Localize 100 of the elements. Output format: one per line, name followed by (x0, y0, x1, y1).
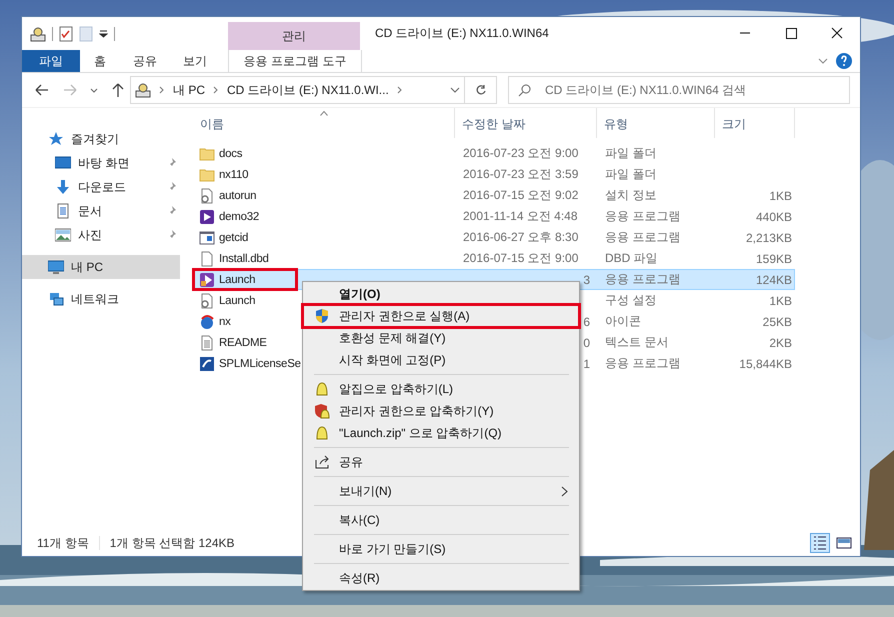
checklist-icon[interactable] (59, 26, 73, 42)
ribbon-tab[interactable]: 보기 (170, 50, 220, 72)
nav-item[interactable]: 사진 (22, 223, 180, 247)
drive-icon (135, 82, 151, 98)
size-cell-text: 2KB (768, 334, 793, 352)
context-tab-header: 관리 (228, 22, 360, 50)
down-arrow-icon (55, 179, 71, 195)
zip-icon (314, 381, 330, 397)
menu-item[interactable]: 바로 가기 만들기(S) (303, 538, 579, 560)
menu-item[interactable]: "Launch.zip" 으로 압축하기(Q) (303, 422, 579, 444)
breadcrumb[interactable]: CD 드라이브 (E:) NX11.0.WI... (227, 82, 389, 98)
file-label: nx (219, 316, 231, 328)
file-label: Install.dbd (219, 252, 269, 264)
nav-item[interactable]: 다운로드 (22, 175, 180, 199)
file-name[interactable]: SPLMLicenseSe (194, 354, 301, 373)
size-cell-text: 1KB (768, 292, 793, 310)
date-cell-text: 2016-07-15 오전 9:00 (462, 250, 580, 267)
file-tab[interactable]: 파일 (22, 50, 80, 72)
file-name[interactable]: nx (194, 312, 231, 331)
column-header[interactable]: 수정한 날짜 (455, 108, 597, 138)
date-cell-text: 2016-07-23 오전 9:00 (462, 145, 580, 162)
file-name[interactable]: demo32 (194, 207, 260, 226)
nav-item[interactable]: 즐겨찾기 (22, 127, 180, 151)
menu-item[interactable]: 복사(C) (303, 509, 579, 531)
menu-label: "Launch.zip" 으로 압축하기(Q) (339, 424, 502, 442)
network-icon (48, 291, 64, 307)
chevron-down-icon[interactable] (818, 58, 828, 64)
menu-item[interactable]: 호환성 문제 해결(Y) (303, 327, 579, 349)
file-name[interactable]: nx110 (194, 165, 248, 184)
type-cell-text: 아이콘 (604, 313, 642, 330)
column-header[interactable]: 크기 (715, 108, 795, 138)
file-name[interactable]: Launch (194, 291, 256, 310)
type-cell-text: 파일 폴더 (604, 166, 658, 183)
address-bar[interactable]: 내 PC CD 드라이브 (E:) NX11.0.WI... (130, 76, 465, 104)
file-name[interactable]: Launch (194, 270, 296, 289)
refresh-button[interactable] (465, 76, 497, 104)
type-cell-text: 응용 프로그램 (604, 208, 682, 225)
help-icon[interactable] (836, 53, 852, 69)
file-name[interactable]: Install.dbd (194, 249, 269, 268)
drive-icon[interactable] (30, 26, 46, 42)
type-cell-text: 응용 프로그램 (604, 229, 682, 246)
ribbon-tab[interactable]: 홈 (80, 50, 120, 72)
date-cell-text: 2016-07-15 오전 9:02 (462, 187, 580, 204)
search-icon (518, 83, 532, 97)
file-label: Launch (219, 294, 256, 306)
type-cell-text: 응용 프로그램 (604, 271, 682, 288)
menu-item[interactable]: 속성(R) (303, 567, 579, 589)
menu-label: 알집으로 압축하기(L) (339, 380, 453, 398)
column-header[interactable]: 유형 (597, 108, 715, 138)
type-cell-text: DBD 파일 (604, 250, 659, 267)
menu-item[interactable]: 공유 (303, 451, 579, 473)
menu-item[interactable]: 보내기(N) (303, 480, 579, 502)
column-header[interactable]: 이름 (193, 108, 455, 138)
chevron-down-icon[interactable] (450, 87, 460, 93)
file-label: nx110 (219, 168, 248, 180)
details-view-icon[interactable] (810, 533, 830, 553)
nav-label: 즐겨찾기 (71, 130, 119, 148)
file-name[interactable]: getcid (194, 228, 248, 247)
text-file-icon (199, 334, 215, 350)
computer-icon (48, 259, 64, 275)
menu-label: 호환성 문제 해결(Y) (339, 330, 446, 346)
file-label: autorun (219, 190, 256, 202)
folder-icon (199, 146, 215, 162)
file-label: README (219, 336, 267, 348)
type-cell-text: 설치 정보 (604, 187, 658, 204)
menu-item[interactable]: 관리자 권한으로 압축하기(Y) (303, 400, 579, 422)
search-field[interactable]: CD 드라이브 (E:) NX11.0.WIN64 검색 (508, 76, 850, 104)
play-icon (199, 272, 215, 288)
back-icon[interactable] (34, 82, 50, 98)
nav-item[interactable]: 바탕 화면 (22, 151, 180, 175)
file-name[interactable]: autorun (194, 186, 256, 205)
size-cell-text: 2,213KB (744, 230, 793, 246)
window-title: CD 드라이브 (E:) NX11.0.WIN64 (374, 25, 549, 42)
type-cell-text: 구성 설정 (604, 292, 658, 309)
menu-item[interactable]: 시작 화면에 고정(P) (303, 349, 579, 371)
menu-item[interactable]: 알집으로 압축하기(L) (303, 378, 579, 400)
file-label: getcid (219, 232, 248, 244)
up-arrow-icon[interactable] (110, 82, 126, 98)
ribbon-tab[interactable]: 공유 (120, 50, 170, 72)
nav-item[interactable]: 내 PC (22, 255, 180, 279)
date-cell-text: 2016-07-23 오전 3:59 (462, 166, 580, 183)
nav-label: 문서 (78, 202, 102, 220)
file-name[interactable]: docs (194, 144, 242, 163)
share-icon (314, 454, 330, 470)
breadcrumb[interactable]: 내 PC (173, 82, 206, 98)
menu-item[interactable]: 관리자 권한으로 실행(A) (303, 305, 579, 327)
nav-item[interactable]: 네트워크 (22, 287, 180, 311)
menu-label: 바로 가기 만들기(S) (339, 540, 446, 558)
window-icon (199, 230, 215, 246)
file-label: Launch (219, 274, 256, 286)
chevron-right-icon (213, 86, 220, 94)
file-name[interactable]: README (194, 333, 267, 352)
size-cell-text: 440KB (754, 208, 793, 226)
file-icon (199, 250, 215, 266)
size-cell-text: 25KB (762, 314, 793, 330)
type-cell-text: 텍스트 문서 (604, 334, 670, 351)
dropdown-icon[interactable] (99, 30, 108, 38)
menu-label: 복사(C) (339, 512, 380, 528)
date-cell-text: 2001-11-14 오전 4:48 (462, 208, 579, 225)
nav-item[interactable]: 문서 (22, 199, 180, 223)
